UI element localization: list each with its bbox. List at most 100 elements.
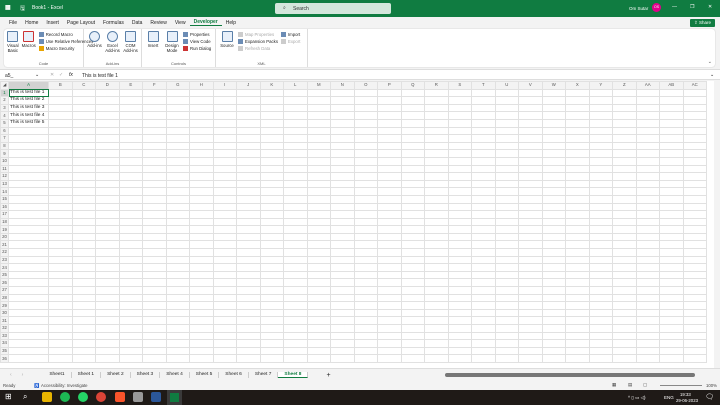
cell[interactable] <box>259 301 284 310</box>
cell[interactable] <box>165 324 190 333</box>
worksheet-grid[interactable]: ◢ A B C D E F G H I J K L M N O P Q R S T U V W X Y Z AA AB AC 1 This i… <box>0 81 714 368</box>
sheet-tab[interactable]: Sheet 8 <box>278 372 309 378</box>
cell[interactable] <box>212 96 237 105</box>
cell[interactable] <box>659 187 684 196</box>
cell[interactable] <box>212 202 237 212</box>
cell[interactable] <box>71 278 96 288</box>
cell[interactable] <box>330 134 355 143</box>
cell[interactable] <box>8 255 49 265</box>
cell[interactable] <box>424 286 449 295</box>
cell[interactable] <box>447 339 472 348</box>
cell[interactable] <box>8 354 49 363</box>
cell[interactable] <box>682 172 707 181</box>
cell[interactable] <box>447 225 472 234</box>
cell[interactable] <box>95 270 120 280</box>
cell[interactable] <box>588 301 613 310</box>
cell[interactable] <box>306 263 331 272</box>
insert-function-icon[interactable]: fx <box>69 72 73 78</box>
cell[interactable] <box>471 308 496 318</box>
cell[interactable] <box>659 172 684 181</box>
cell[interactable] <box>165 339 190 348</box>
cell[interactable] <box>8 141 49 151</box>
cell[interactable] <box>353 278 378 288</box>
cell[interactable] <box>612 286 637 295</box>
cell[interactable] <box>400 240 425 250</box>
cell[interactable] <box>189 202 214 212</box>
cell[interactable] <box>494 202 519 212</box>
cell[interactable] <box>283 263 308 272</box>
cell[interactable] <box>447 194 472 204</box>
cell[interactable] <box>635 172 660 181</box>
cell[interactable] <box>494 331 519 341</box>
cell[interactable] <box>353 301 378 310</box>
accessibility-icon[interactable]: ♿ <box>34 383 39 389</box>
cell[interactable] <box>659 346 684 356</box>
cell[interactable] <box>283 293 308 303</box>
cell[interactable] <box>236 210 261 219</box>
cell[interactable] <box>424 126 449 136</box>
cell[interactable] <box>48 194 73 204</box>
import-button[interactable]: Import <box>280 32 300 37</box>
cell[interactable] <box>212 179 237 189</box>
cell[interactable] <box>212 118 237 128</box>
cell[interactable] <box>588 141 613 151</box>
cell[interactable] <box>95 339 120 348</box>
cell[interactable] <box>95 134 120 143</box>
cell[interactable] <box>8 172 49 181</box>
cell[interactable] <box>494 217 519 227</box>
cell[interactable] <box>165 134 190 143</box>
cell[interactable] <box>189 240 214 250</box>
cell[interactable] <box>400 248 425 257</box>
cell[interactable] <box>283 240 308 250</box>
column-header[interactable]: N <box>330 81 355 90</box>
clock-time[interactable]: 19:33 <box>680 392 691 397</box>
cell[interactable] <box>118 187 143 196</box>
cell[interactable] <box>259 202 284 212</box>
cell[interactable] <box>447 255 472 265</box>
expansion-packs-button[interactable]: Expansion Packs <box>238 39 278 44</box>
cell[interactable] <box>353 240 378 250</box>
cell[interactable] <box>330 149 355 158</box>
cell[interactable] <box>400 187 425 196</box>
cell[interactable] <box>71 88 96 98</box>
cell[interactable] <box>541 301 566 310</box>
cell[interactable] <box>353 103 378 113</box>
cell[interactable] <box>682 156 707 166</box>
cell[interactable] <box>330 232 355 242</box>
properties-button[interactable]: Properties <box>183 32 211 37</box>
cell[interactable] <box>424 225 449 234</box>
cell[interactable] <box>236 187 261 196</box>
cell[interactable] <box>118 316 143 325</box>
cell[interactable] <box>424 240 449 250</box>
source-button[interactable]: Source <box>219 31 235 65</box>
cell[interactable] <box>71 141 96 151</box>
cell[interactable] <box>48 164 73 174</box>
menu-tab-data[interactable]: Data <box>128 20 147 26</box>
cell[interactable] <box>400 149 425 158</box>
cell[interactable] <box>118 270 143 280</box>
cell[interactable] <box>189 308 214 318</box>
cell[interactable] <box>259 225 284 234</box>
cell[interactable] <box>306 278 331 288</box>
cell[interactable] <box>565 240 590 250</box>
cell[interactable] <box>8 149 49 158</box>
cell[interactable] <box>565 149 590 158</box>
cell[interactable] <box>447 301 472 310</box>
cell[interactable] <box>283 278 308 288</box>
cell[interactable] <box>236 118 261 128</box>
cell[interactable] <box>518 217 543 227</box>
cell[interactable] <box>95 156 120 166</box>
cell[interactable] <box>118 111 143 120</box>
cell[interactable] <box>635 103 660 113</box>
cell[interactable] <box>588 293 613 303</box>
cell[interactable] <box>259 339 284 348</box>
cell[interactable] <box>142 179 167 189</box>
cell[interactable] <box>236 278 261 288</box>
cell[interactable] <box>48 263 73 272</box>
cell[interactable] <box>377 225 402 234</box>
cell[interactable] <box>424 301 449 310</box>
cell[interactable] <box>400 354 425 363</box>
cell[interactable] <box>635 156 660 166</box>
cell[interactable] <box>71 103 96 113</box>
cell[interactable] <box>189 354 214 363</box>
